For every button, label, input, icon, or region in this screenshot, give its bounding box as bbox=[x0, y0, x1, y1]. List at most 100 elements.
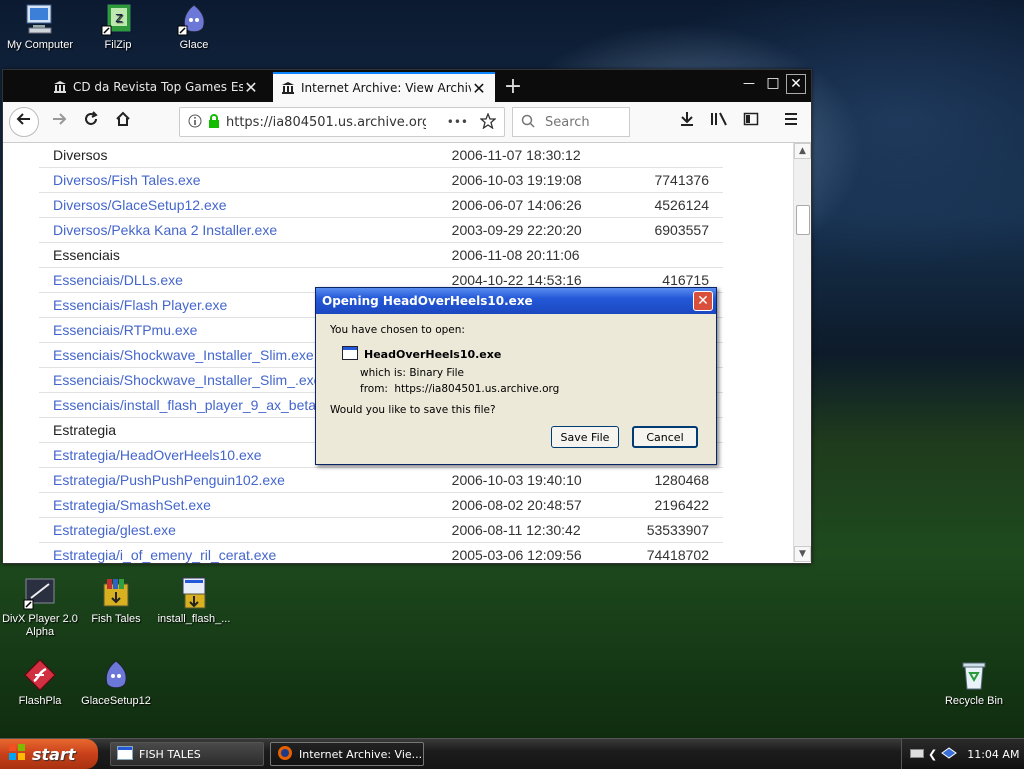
close-icon[interactable]: ✕ bbox=[471, 79, 487, 98]
file-link[interactable]: Essenciais/Shockwave_Installer_Slim_.exe bbox=[53, 372, 321, 388]
glace-ghost-icon bbox=[99, 658, 133, 692]
home-button[interactable] bbox=[109, 108, 137, 136]
maximize-button[interactable]: □ bbox=[763, 74, 783, 94]
table-row: Estrategia/SmashSet.exe 2006-08-02 20:48:… bbox=[39, 492, 723, 518]
file-name-cell: Estrategia/i_of_emeny_ril_cerat.exe bbox=[39, 542, 452, 563]
app-window-icon bbox=[117, 745, 133, 763]
file-size-cell: 74418702 bbox=[610, 542, 723, 563]
arrow-right-icon bbox=[53, 113, 67, 125]
url-text[interactable]: https://ia804501.us.archive.org bbox=[226, 115, 426, 130]
address-bar[interactable]: https://ia804501.us.archive.org ••• bbox=[179, 107, 505, 137]
desktop-icon-my-computer[interactable]: My Computer bbox=[0, 2, 80, 52]
directory-label: Estrategia bbox=[53, 422, 117, 438]
reload-button[interactable] bbox=[77, 108, 105, 136]
file-link[interactable]: Estrategia/PushPushPenguin102.exe bbox=[53, 472, 285, 488]
file-date-cell: 2006-08-11 12:30:42 bbox=[451, 517, 611, 543]
file-link[interactable]: Estrategia/SmashSet.exe bbox=[53, 497, 211, 513]
file-date-cell: 2006-08-02 20:48:57 bbox=[451, 492, 611, 518]
computer-icon bbox=[23, 2, 57, 36]
keyboard-icon[interactable] bbox=[910, 747, 924, 762]
exe-file-icon bbox=[342, 346, 358, 363]
file-name-cell: Estrategia/SmashSet.exe bbox=[39, 492, 452, 518]
file-size-cell: 7741376 bbox=[610, 167, 723, 193]
desktop-icon-glace[interactable]: Glace bbox=[154, 2, 234, 52]
dialog-title: Opening HeadOverHeels10.exe bbox=[322, 294, 533, 308]
new-tab-button[interactable]: + bbox=[500, 74, 526, 99]
file-link[interactable]: Essenciais/Shockwave_Installer_Slim.exe bbox=[53, 347, 314, 363]
table-row: Diversos/Pekka Kana 2 Installer.exe 2003-… bbox=[39, 217, 723, 243]
desktop-icon-install-flash[interactable]: install_flash_... bbox=[154, 576, 234, 626]
file-date-cell: 2006-10-03 19:19:08 bbox=[451, 167, 611, 193]
svg-text:Z: Z bbox=[115, 12, 123, 25]
directory-label: Essenciais bbox=[53, 247, 120, 263]
search-input[interactable] bbox=[543, 113, 627, 131]
file-link[interactable]: Diversos/Fish Tales.exe bbox=[53, 172, 201, 188]
tab-title: Internet Archive: View Archive bbox=[301, 81, 471, 95]
recycle-bin-icon bbox=[957, 658, 991, 692]
forward-button[interactable] bbox=[45, 108, 73, 136]
taskbar-item-fish-tales[interactable]: FISH TALES bbox=[110, 742, 264, 766]
file-name-cell: Essenciais bbox=[39, 242, 452, 268]
directory-label: Diversos bbox=[53, 147, 108, 163]
lock-icon bbox=[208, 113, 220, 131]
tab-cd-revista[interactable]: CD da Revista Top Games Especial ✕ bbox=[45, 72, 267, 102]
dialog-intro: You have chosen to open: bbox=[330, 324, 465, 336]
file-size-cell: 4526124 bbox=[610, 192, 723, 218]
tray-expand-icon[interactable]: ❮ bbox=[928, 748, 937, 761]
file-name-cell: Diversos bbox=[39, 143, 452, 168]
setup-program-icon bbox=[177, 576, 211, 610]
file-date-cell: 2006-11-08 20:11:06 bbox=[451, 242, 611, 268]
minimize-button[interactable]: — bbox=[739, 74, 759, 94]
file-link[interactable]: Essenciais/RTPmu.exe bbox=[53, 322, 197, 338]
vertical-scrollbar[interactable]: ▲ ▼ bbox=[793, 143, 811, 562]
downloads-button[interactable] bbox=[673, 108, 701, 136]
desktop-icon-flashpla[interactable]: FlashPla bbox=[0, 658, 80, 708]
close-window-button[interactable]: ✕ bbox=[786, 74, 806, 94]
file-date-cell: 2005-03-06 12:09:56 bbox=[451, 542, 611, 563]
desktop-icon-glacesetup12[interactable]: GlaceSetup12 bbox=[76, 658, 156, 708]
cancel-button[interactable]: Cancel bbox=[632, 426, 698, 448]
file-link[interactable]: Essenciais/Flash Player.exe bbox=[53, 297, 227, 313]
file-name-cell: Diversos/GlaceSetup12.exe bbox=[39, 192, 452, 218]
save-file-button[interactable]: Save File bbox=[551, 426, 619, 448]
desktop-icon-fish-tales[interactable]: Fish Tales bbox=[76, 576, 156, 626]
desktop-icon-divx-player[interactable]: DivX Player 2.0 Alpha bbox=[0, 576, 80, 639]
sidebar-button[interactable] bbox=[737, 108, 765, 136]
search-icon bbox=[521, 114, 535, 131]
start-button[interactable]: start bbox=[0, 739, 98, 769]
sidebar-icon bbox=[743, 112, 759, 126]
file-size-cell bbox=[610, 242, 723, 268]
file-link[interactable]: Diversos/GlaceSetup12.exe bbox=[53, 197, 227, 213]
file-link[interactable]: Essenciais/DLLs.exe bbox=[53, 272, 183, 288]
file-link[interactable]: Estrategia/HeadOverHeels10.exe bbox=[53, 447, 262, 463]
file-size-cell bbox=[610, 143, 723, 168]
scrollbar-thumb[interactable] bbox=[796, 205, 810, 235]
divx-player-icon bbox=[23, 576, 57, 610]
network-icon[interactable] bbox=[941, 746, 958, 762]
glace-ghost-icon bbox=[177, 2, 211, 36]
which-is-label: which is: bbox=[360, 367, 406, 379]
clock: 11:04 AM bbox=[967, 747, 1020, 761]
tab-internet-archive[interactable]: Internet Archive: View Archive ✕ bbox=[273, 72, 495, 102]
zip-archive-icon: Z bbox=[101, 2, 135, 36]
scroll-up-arrow-icon[interactable]: ▲ bbox=[794, 143, 811, 159]
dialog-close-button[interactable]: ✕ bbox=[693, 291, 713, 311]
desktop-icon-filzip[interactable]: Z FilZip bbox=[78, 2, 158, 52]
bookmark-star-icon[interactable] bbox=[479, 111, 497, 132]
desktop-icon-recycle-bin[interactable]: Recycle Bin bbox=[934, 658, 1014, 708]
file-link[interactable]: Estrategia/glest.exe bbox=[53, 522, 176, 538]
taskbar-item-internet-archive[interactable]: Internet Archive: Vie... bbox=[270, 742, 424, 766]
desktop-icon-label: install_flash_... bbox=[157, 613, 231, 625]
library-button[interactable] bbox=[705, 108, 733, 136]
scroll-down-arrow-icon[interactable]: ▼ bbox=[794, 546, 811, 562]
back-button[interactable] bbox=[9, 107, 39, 137]
file-link[interactable]: Essenciais/install_flash_player_9_ax_bet… bbox=[53, 397, 316, 413]
file-link[interactable]: Estrategia/i_of_emeny_ril_cerat.exe bbox=[53, 547, 276, 563]
close-icon[interactable]: ✕ bbox=[243, 78, 259, 97]
search-box[interactable] bbox=[512, 107, 630, 137]
file-link[interactable]: Diversos/Pekka Kana 2 Installer.exe bbox=[53, 222, 277, 238]
menu-button[interactable] bbox=[777, 108, 805, 136]
info-icon[interactable] bbox=[188, 114, 202, 131]
page-actions-button[interactable]: ••• bbox=[447, 115, 468, 129]
firefox-icon bbox=[277, 745, 293, 764]
